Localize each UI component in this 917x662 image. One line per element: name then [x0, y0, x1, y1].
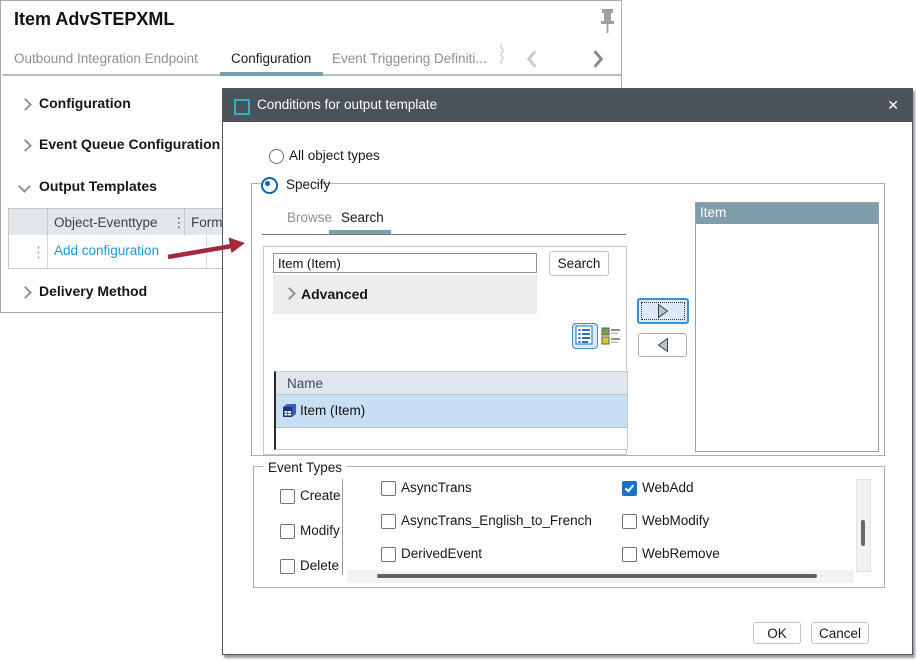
chevron-right-icon — [19, 286, 32, 299]
checkbox-webadd[interactable] — [622, 481, 637, 496]
section-delivery-method[interactable]: Delivery Method — [1, 283, 221, 303]
tab-browse[interactable]: Browse — [287, 210, 332, 225]
arrow-right-icon — [658, 304, 669, 319]
results-table: Name Item (Item) — [274, 371, 628, 450]
vertical-scrollbar[interactable] — [856, 479, 871, 572]
column-object-eventtype[interactable]: Object-Eventtype — [54, 215, 158, 230]
vertical-scrollbar-thumb[interactable] — [861, 520, 865, 546]
advanced-expander[interactable]: Advanced — [273, 275, 537, 314]
tab-event-triggering-definition[interactable]: Event Triggering Definiti... — [332, 51, 487, 66]
event-types-legend: Event Types — [263, 458, 347, 476]
horizontal-scrollbar[interactable] — [347, 570, 854, 583]
tab-configuration[interactable]: Configuration — [231, 51, 311, 66]
chevron-right-icon[interactable] — [590, 49, 606, 69]
results-header: Name — [276, 372, 627, 395]
list-view-icon — [573, 324, 595, 346]
active-tab-underline — [220, 72, 323, 76]
column-form[interactable]: Form — [191, 215, 223, 230]
tab-search[interactable]: Search — [341, 210, 384, 225]
arrow-left-icon — [657, 338, 668, 353]
tab-separator — [262, 234, 626, 235]
pin-icon[interactable] — [598, 8, 617, 36]
column-divider — [342, 479, 343, 575]
radio-specify-label: Specify — [286, 177, 330, 192]
move-right-button[interactable] — [637, 298, 689, 324]
add-configuration-link[interactable]: Add configuration — [54, 243, 159, 258]
screen: Item AdvSTEPXML Outbound Integration End… — [0, 0, 917, 662]
section-configuration[interactable]: Configuration — [1, 95, 221, 115]
selected-object-item[interactable]: Item — [696, 203, 878, 224]
cancel-button[interactable]: Cancel — [811, 622, 869, 644]
search-button[interactable]: Search — [549, 251, 609, 276]
list-view-button[interactable] — [572, 323, 598, 349]
checkbox-modify[interactable] — [280, 524, 295, 539]
app-icon — [234, 99, 250, 115]
tile-view-icon — [601, 326, 621, 346]
torn-edge-icon — [494, 45, 510, 65]
tile-view-button[interactable] — [600, 325, 623, 348]
chevron-right-icon — [283, 287, 296, 300]
dialog-title: Conditions for output template — [257, 97, 437, 112]
tab-bar: Outbound Integration Endpoint Configurat… — [2, 43, 621, 76]
result-row-selected[interactable]: Item (Item) — [276, 395, 627, 428]
results-header-name: Name — [287, 376, 323, 391]
item-cube-icon — [280, 403, 297, 420]
move-left-button[interactable] — [638, 333, 687, 357]
radio-all-object-types-label: All object types — [289, 148, 380, 163]
table-header-row: Object-Eventtype ⋮ Form — [9, 209, 224, 236]
close-icon[interactable]: ✕ — [887, 97, 899, 114]
checkbox-derivedevent[interactable] — [381, 547, 396, 562]
result-row-label: Item (Item) — [300, 403, 365, 418]
output-templates-table: Object-Eventtype ⋮ Form ⋮ Add configurat… — [8, 208, 224, 269]
dialog-titlebar[interactable]: Conditions for output template ✕ — [223, 89, 912, 122]
checkbox-create[interactable] — [280, 489, 295, 504]
chevron-down-icon — [18, 180, 31, 193]
table-row: ⋮ Add configuration — [9, 235, 224, 269]
conditions-dialog: Conditions for output template ✕ All obj… — [222, 88, 913, 655]
checkbox-asynctrans-english-to-french[interactable] — [381, 514, 396, 529]
checkbox-webmodify[interactable] — [622, 514, 637, 529]
section-output-templates[interactable]: Output Templates — [1, 178, 221, 198]
window-title: Item AdvSTEPXML — [14, 9, 174, 30]
chevron-left-icon[interactable] — [524, 49, 540, 69]
chevron-right-icon — [19, 98, 32, 111]
search-input[interactable] — [273, 253, 537, 273]
selected-objects-list: Item — [695, 202, 879, 452]
chevron-right-icon — [19, 139, 32, 152]
checkbox-delete[interactable] — [280, 559, 295, 574]
ok-button[interactable]: OK — [753, 622, 801, 644]
tab-outbound-integration-endpoint[interactable]: Outbound Integration Endpoint — [14, 51, 198, 66]
checkbox-asynctrans[interactable] — [381, 481, 396, 496]
checkbox-webremove[interactable] — [622, 547, 637, 562]
row-menu-kebab-icon[interactable]: ⋮ — [31, 245, 46, 260]
radio-all-object-types[interactable] — [269, 149, 284, 164]
horizontal-scrollbar-thumb[interactable] — [377, 574, 817, 578]
search-panel: Search Advanced — [263, 246, 627, 455]
specify-legend: Specify — [261, 175, 315, 193]
event-types-groupbox: Event Types Create Modify Delete AsyncTr… — [253, 466, 885, 588]
specify-groupbox: Specify Browse Search Search Advanced — [251, 183, 885, 456]
radio-specify[interactable] — [261, 177, 278, 194]
